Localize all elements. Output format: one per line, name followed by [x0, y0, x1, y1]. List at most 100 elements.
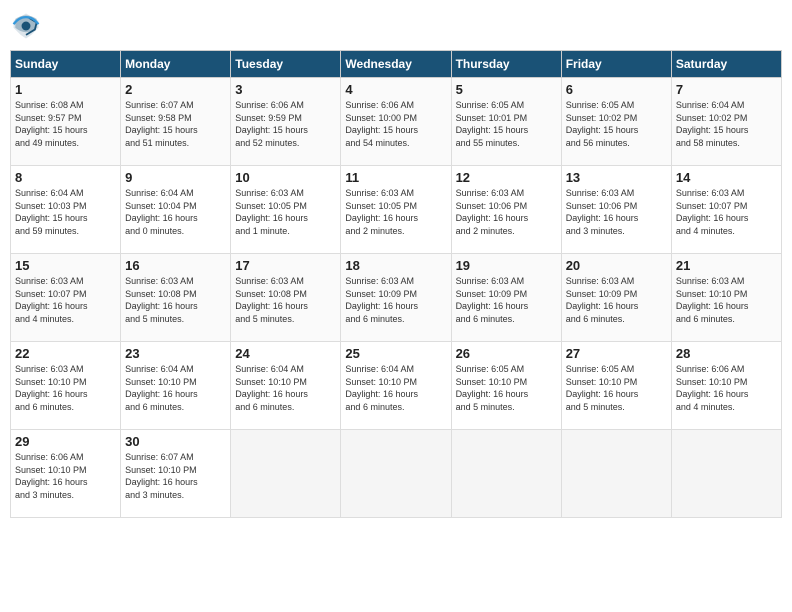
- day-number: 26: [456, 346, 557, 361]
- day-info: Sunrise: 6:03 AM Sunset: 10:08 PM Daylig…: [125, 275, 226, 325]
- calendar-cell: 13 Sunrise: 6:03 AM Sunset: 10:06 PM Dayl…: [561, 166, 671, 254]
- day-number: 14: [676, 170, 777, 185]
- day-number: 23: [125, 346, 226, 361]
- col-header-thursday: Thursday: [451, 51, 561, 78]
- logo: [10, 10, 46, 42]
- calendar-cell: [671, 430, 781, 518]
- day-info: Sunrise: 6:05 AM Sunset: 10:01 PM Daylig…: [456, 99, 557, 149]
- calendar-cell: 2Sunrise: 6:07 AM Sunset: 9:58 PM Daylig…: [121, 78, 231, 166]
- calendar-cell: 7 Sunrise: 6:04 AM Sunset: 10:02 PM Dayli…: [671, 78, 781, 166]
- day-number: 22: [15, 346, 116, 361]
- calendar-header: SundayMondayTuesdayWednesdayThursdayFrid…: [11, 51, 782, 78]
- day-number: 29: [15, 434, 116, 449]
- calendar-cell: 9 Sunrise: 6:04 AM Sunset: 10:04 PM Dayli…: [121, 166, 231, 254]
- day-info: Sunrise: 6:04 AM Sunset: 10:10 PM Daylig…: [345, 363, 446, 413]
- day-info: Sunrise: 6:06 AM Sunset: 10:10 PM Daylig…: [676, 363, 777, 413]
- calendar-cell: [231, 430, 341, 518]
- day-info: Sunrise: 6:03 AM Sunset: 10:10 PM Daylig…: [15, 363, 116, 413]
- calendar-cell: 3Sunrise: 6:06 AM Sunset: 9:59 PM Daylig…: [231, 78, 341, 166]
- col-header-tuesday: Tuesday: [231, 51, 341, 78]
- calendar-cell: 12 Sunrise: 6:03 AM Sunset: 10:06 PM Dayl…: [451, 166, 561, 254]
- calendar-cell: 16 Sunrise: 6:03 AM Sunset: 10:08 PM Dayl…: [121, 254, 231, 342]
- day-info: Sunrise: 6:03 AM Sunset: 10:05 PM Daylig…: [235, 187, 336, 237]
- calendar-cell: 4Sunrise: 6:06 AM Sunset: 10:00 PM Dayli…: [341, 78, 451, 166]
- day-info: Sunrise: 6:04 AM Sunset: 10:10 PM Daylig…: [125, 363, 226, 413]
- calendar-cell: 23 Sunrise: 6:04 AM Sunset: 10:10 PM Dayl…: [121, 342, 231, 430]
- calendar-cell: 5 Sunrise: 6:05 AM Sunset: 10:01 PM Dayli…: [451, 78, 561, 166]
- day-number: 30: [125, 434, 226, 449]
- day-number: 5: [456, 82, 557, 97]
- calendar-row-3: 22 Sunrise: 6:03 AM Sunset: 10:10 PM Dayl…: [11, 342, 782, 430]
- day-number: 11: [345, 170, 446, 185]
- calendar-row-2: 15 Sunrise: 6:03 AM Sunset: 10:07 PM Dayl…: [11, 254, 782, 342]
- calendar-cell: [341, 430, 451, 518]
- calendar-cell: 28 Sunrise: 6:06 AM Sunset: 10:10 PM Dayl…: [671, 342, 781, 430]
- day-number: 24: [235, 346, 336, 361]
- day-info: Sunrise: 6:05 AM Sunset: 10:02 PM Daylig…: [566, 99, 667, 149]
- calendar-cell: 29 Sunrise: 6:06 AM Sunset: 10:10 PM Dayl…: [11, 430, 121, 518]
- calendar-cell: 6 Sunrise: 6:05 AM Sunset: 10:02 PM Dayli…: [561, 78, 671, 166]
- calendar-cell: 20Sunrise: 6:03 AM Sunset: 10:09 PM Dayl…: [561, 254, 671, 342]
- day-number: 2: [125, 82, 226, 97]
- day-number: 12: [456, 170, 557, 185]
- day-number: 8: [15, 170, 116, 185]
- day-number: 1: [15, 82, 116, 97]
- day-number: 16: [125, 258, 226, 273]
- day-number: 20: [566, 258, 667, 273]
- day-info: Sunrise: 6:03 AM Sunset: 10:06 PM Daylig…: [456, 187, 557, 237]
- day-info: Sunrise: 6:06 AM Sunset: 10:00 PM Daylig…: [345, 99, 446, 149]
- calendar-cell: 17 Sunrise: 6:03 AM Sunset: 10:08 PM Dayl…: [231, 254, 341, 342]
- header: [10, 10, 782, 42]
- day-number: 15: [15, 258, 116, 273]
- calendar-table: SundayMondayTuesdayWednesdayThursdayFrid…: [10, 50, 782, 518]
- day-info: Sunrise: 6:05 AM Sunset: 10:10 PM Daylig…: [566, 363, 667, 413]
- calendar-body: 1Sunrise: 6:08 AM Sunset: 9:57 PM Daylig…: [11, 78, 782, 518]
- col-header-saturday: Saturday: [671, 51, 781, 78]
- col-header-monday: Monday: [121, 51, 231, 78]
- calendar-cell: 18 Sunrise: 6:03 AM Sunset: 10:09 PM Dayl…: [341, 254, 451, 342]
- day-info: Sunrise: 6:04 AM Sunset: 10:10 PM Daylig…: [235, 363, 336, 413]
- day-info: Sunrise: 6:03 AM Sunset: 10:08 PM Daylig…: [235, 275, 336, 325]
- col-header-friday: Friday: [561, 51, 671, 78]
- day-number: 28: [676, 346, 777, 361]
- calendar-cell: 25 Sunrise: 6:04 AM Sunset: 10:10 PM Dayl…: [341, 342, 451, 430]
- day-info: Sunrise: 6:04 AM Sunset: 10:02 PM Daylig…: [676, 99, 777, 149]
- calendar-cell: 30Sunrise: 6:07 AM Sunset: 10:10 PM Dayl…: [121, 430, 231, 518]
- day-info: Sunrise: 6:04 AM Sunset: 10:04 PM Daylig…: [125, 187, 226, 237]
- day-info: Sunrise: 6:03 AM Sunset: 10:05 PM Daylig…: [345, 187, 446, 237]
- day-number: 21: [676, 258, 777, 273]
- day-number: 3: [235, 82, 336, 97]
- day-number: 6: [566, 82, 667, 97]
- calendar-cell: 24 Sunrise: 6:04 AM Sunset: 10:10 PM Dayl…: [231, 342, 341, 430]
- calendar-cell: 26 Sunrise: 6:05 AM Sunset: 10:10 PM Dayl…: [451, 342, 561, 430]
- calendar-cell: 15 Sunrise: 6:03 AM Sunset: 10:07 PM Dayl…: [11, 254, 121, 342]
- calendar-cell: 21Sunrise: 6:03 AM Sunset: 10:10 PM Dayl…: [671, 254, 781, 342]
- page-container: SundayMondayTuesdayWednesdayThursdayFrid…: [10, 10, 782, 518]
- day-info: Sunrise: 6:05 AM Sunset: 10:10 PM Daylig…: [456, 363, 557, 413]
- calendar-cell: 10 Sunrise: 6:03 AM Sunset: 10:05 PM Dayl…: [231, 166, 341, 254]
- day-number: 13: [566, 170, 667, 185]
- calendar-cell: 19Sunrise: 6:03 AM Sunset: 10:09 PM Dayl…: [451, 254, 561, 342]
- day-info: Sunrise: 6:06 AM Sunset: 10:10 PM Daylig…: [15, 451, 116, 501]
- day-number: 7: [676, 82, 777, 97]
- calendar-cell: [451, 430, 561, 518]
- header-row: SundayMondayTuesdayWednesdayThursdayFrid…: [11, 51, 782, 78]
- calendar-cell: 14Sunrise: 6:03 AM Sunset: 10:07 PM Dayl…: [671, 166, 781, 254]
- day-info: Sunrise: 6:03 AM Sunset: 10:07 PM Daylig…: [15, 275, 116, 325]
- day-number: 10: [235, 170, 336, 185]
- calendar-cell: 8 Sunrise: 6:04 AM Sunset: 10:03 PM Dayli…: [11, 166, 121, 254]
- col-header-sunday: Sunday: [11, 51, 121, 78]
- day-number: 9: [125, 170, 226, 185]
- day-number: 18: [345, 258, 446, 273]
- calendar-cell: 1Sunrise: 6:08 AM Sunset: 9:57 PM Daylig…: [11, 78, 121, 166]
- calendar-row-0: 1Sunrise: 6:08 AM Sunset: 9:57 PM Daylig…: [11, 78, 782, 166]
- day-info: Sunrise: 6:03 AM Sunset: 10:06 PM Daylig…: [566, 187, 667, 237]
- day-number: 17: [235, 258, 336, 273]
- day-info: Sunrise: 6:03 AM Sunset: 10:09 PM Daylig…: [456, 275, 557, 325]
- day-number: 25: [345, 346, 446, 361]
- calendar-row-1: 8 Sunrise: 6:04 AM Sunset: 10:03 PM Dayli…: [11, 166, 782, 254]
- calendar-cell: 22 Sunrise: 6:03 AM Sunset: 10:10 PM Dayl…: [11, 342, 121, 430]
- calendar-row-4: 29 Sunrise: 6:06 AM Sunset: 10:10 PM Dayl…: [11, 430, 782, 518]
- day-info: Sunrise: 6:03 AM Sunset: 10:09 PM Daylig…: [345, 275, 446, 325]
- day-info: Sunrise: 6:04 AM Sunset: 10:03 PM Daylig…: [15, 187, 116, 237]
